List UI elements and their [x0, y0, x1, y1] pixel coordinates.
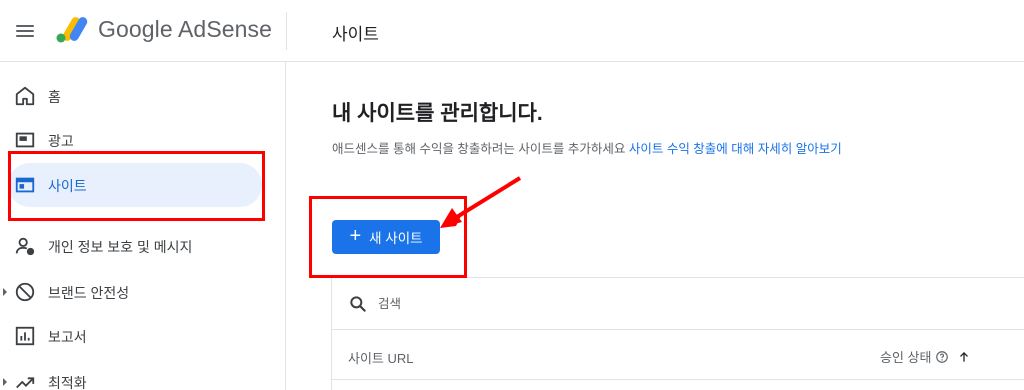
ads-icon: [15, 132, 35, 148]
top-app-bar: Google AdSense 사이트: [0, 0, 1024, 62]
sidebar-nav: 홈 광고 사이트 개인 정보 보호 및 메시지 브랜드 안전성 보고서 최적화: [0, 62, 286, 390]
sidebar-item-label: 개인 정보 보호 및 메시지: [48, 239, 193, 255]
sidebar-item-label: 홈: [48, 89, 61, 105]
plus-icon: +: [349, 225, 362, 247]
header-divider: [286, 12, 287, 50]
adsense-logo-icon: [56, 17, 88, 43]
page-title: 사이트: [332, 25, 379, 44]
sites-table: 사이트 URL 승인 상태: [331, 277, 1024, 390]
column-header-site-url[interactable]: 사이트 URL: [348, 348, 414, 367]
search-icon: [350, 296, 366, 312]
sidebar-item-brand-safety[interactable]: 브랜드 안전성: [0, 270, 262, 314]
block-icon: [15, 282, 35, 302]
sites-icon: [15, 177, 35, 193]
privacy-icon: [15, 237, 35, 256]
sidebar-item-label: 광고: [48, 133, 74, 149]
description-text: 애드센스를 통해 수익을 창출하려는 사이트를 추가하세요: [332, 142, 626, 156]
column-header-label: 승인 상태: [880, 350, 932, 365]
sidebar-item-label: 보고서: [48, 329, 87, 345]
sort-arrow-up-icon[interactable]: [957, 350, 971, 364]
search-bar: [332, 278, 1024, 330]
sidebar-item-privacy-messaging[interactable]: 개인 정보 보호 및 메시지: [0, 224, 262, 268]
main-heading: 내 사이트를 관리합니다.: [332, 102, 543, 125]
main-description: 애드센스를 통해 수익을 창출하려는 사이트를 추가하세요 사이트 수익 창출에…: [332, 138, 842, 157]
reports-icon: [15, 326, 35, 346]
sidebar-item-optimization[interactable]: 최적화: [0, 360, 262, 390]
sidebar-item-sites[interactable]: 사이트: [8, 163, 262, 207]
search-input[interactable]: [378, 294, 778, 314]
sidebar-item-label: 최적화: [48, 375, 87, 390]
expand-caret-icon[interactable]: [3, 288, 7, 296]
new-site-button-label: 새 사이트: [369, 231, 423, 246]
sidebar-item-reports[interactable]: 보고서: [0, 314, 262, 358]
table-header-row: 사이트 URL 승인 상태: [332, 330, 1024, 380]
hamburger-menu-icon[interactable]: [14, 20, 36, 42]
brand-name: Google AdSense: [98, 16, 273, 42]
column-header-approval-status[interactable]: 승인 상태: [880, 347, 971, 366]
sidebar-item-ads[interactable]: 광고: [0, 118, 262, 162]
expand-caret-icon[interactable]: [3, 378, 7, 386]
learn-more-link[interactable]: 사이트 수익 창출에 대해 자세히 알아보기: [629, 142, 842, 156]
help-icon[interactable]: [935, 350, 949, 364]
sidebar-item-label: 브랜드 안전성: [48, 285, 130, 301]
annotation-arrow-icon: [440, 176, 522, 228]
new-site-button[interactable]: + 새 사이트: [332, 220, 440, 254]
trending-up-icon: [16, 377, 35, 389]
home-icon: [15, 86, 35, 106]
sidebar-item-label: 사이트: [48, 178, 87, 194]
sidebar-item-home[interactable]: 홈: [0, 74, 262, 118]
